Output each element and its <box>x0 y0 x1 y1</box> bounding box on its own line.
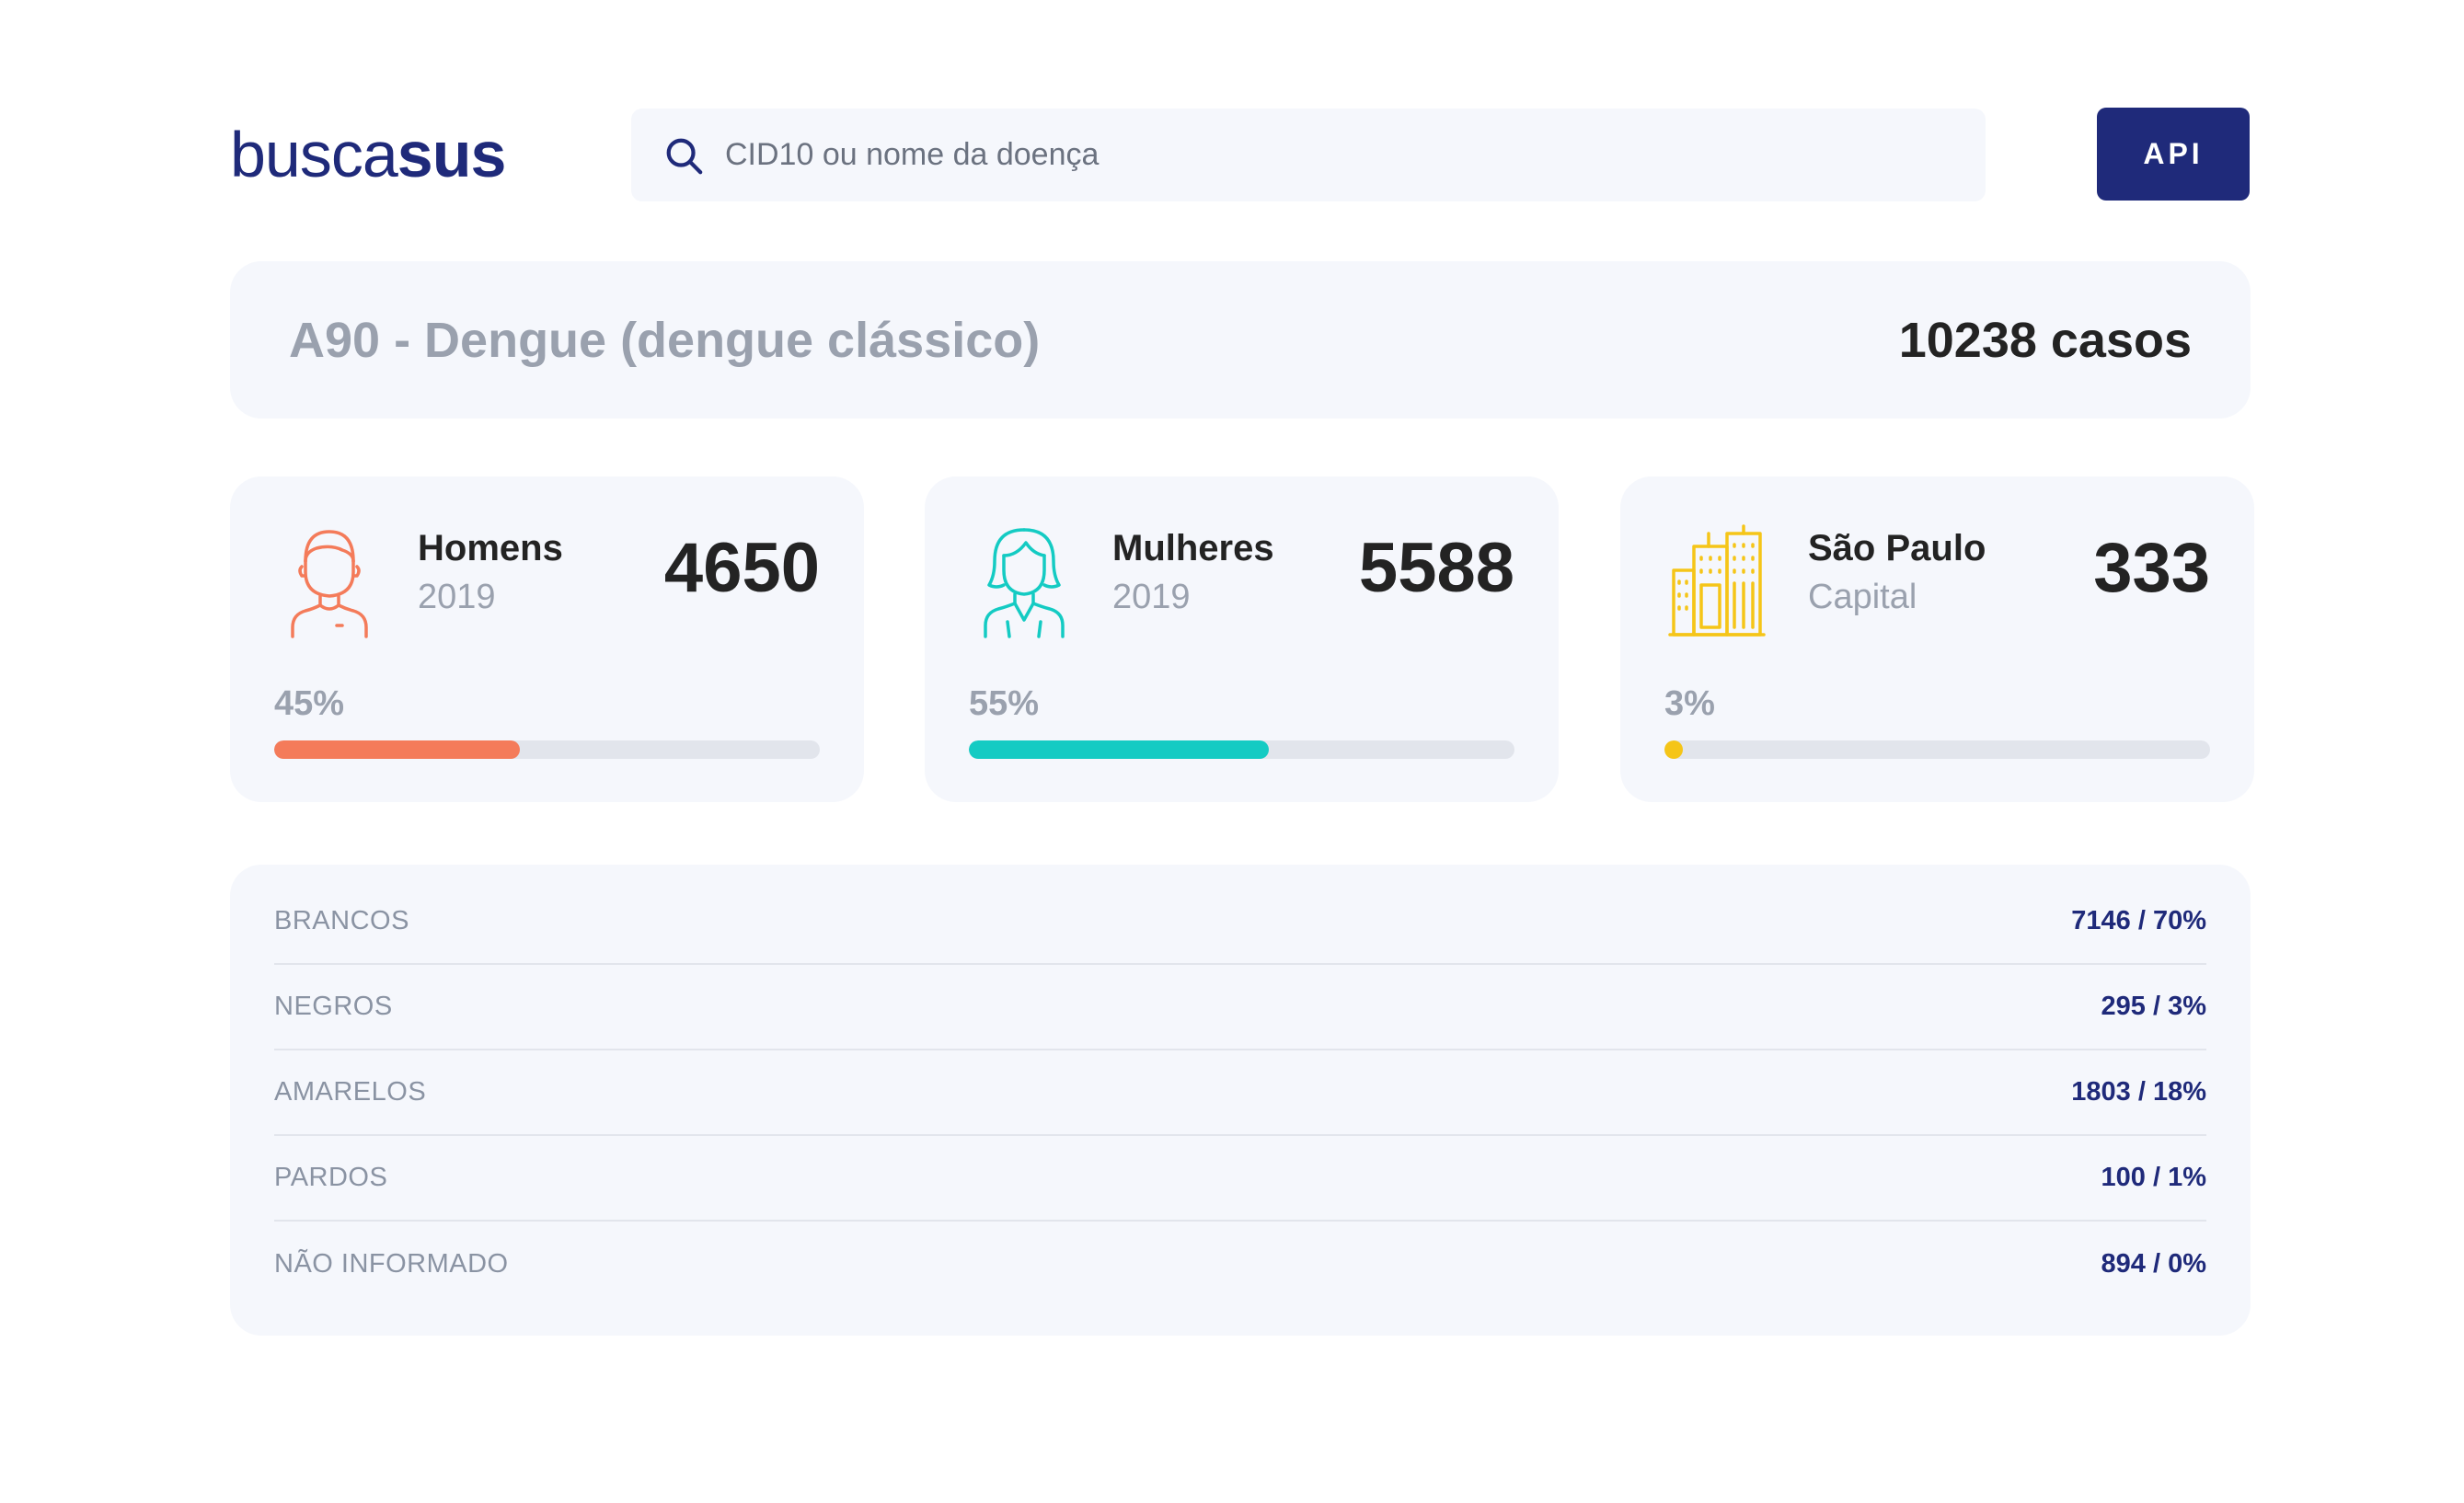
progress-track <box>1664 740 2210 759</box>
race-value: 295 / 3% <box>2101 992 2206 1021</box>
race-value: 7146 / 70% <box>2071 906 2206 935</box>
card-value: 5588 <box>1358 529 1514 607</box>
stat-card-women: Mulheres 2019 5588 55% <box>925 476 1559 802</box>
progress-track <box>274 740 820 759</box>
race-value: 100 / 1% <box>2101 1163 2206 1192</box>
table-row: NEGROS 295 / 3% <box>274 965 2206 1050</box>
card-sublabel: Capital <box>1808 578 1917 616</box>
card-percentage: 55% <box>969 684 1040 723</box>
card-sublabel: 2019 <box>1112 578 1191 616</box>
table-row: BRANCOS 7146 / 70% <box>274 879 2206 965</box>
card-percentage: 45% <box>274 684 345 723</box>
card-percentage: 3% <box>1664 684 1715 723</box>
race-name: AMARELOS <box>274 1077 427 1107</box>
progress-fill <box>274 740 520 759</box>
city-buildings-icon <box>1668 524 1766 637</box>
card-value: 4650 <box>663 529 820 607</box>
race-name: NÃO INFORMADO <box>274 1249 509 1279</box>
api-button[interactable]: API <box>2097 108 2250 201</box>
progress-fill <box>1664 740 1683 759</box>
table-row: NÃO INFORMADO 894 / 0% <box>274 1222 2206 1307</box>
race-value: 1803 / 18% <box>2071 1077 2206 1107</box>
disease-title: A90 - Dengue (dengue clássico) <box>289 312 1041 368</box>
race-name: NEGROS <box>274 992 393 1021</box>
disease-banner: A90 - Dengue (dengue clássico) 10238 cas… <box>230 261 2251 419</box>
race-name: PARDOS <box>274 1163 388 1192</box>
card-value: 333 <box>2093 529 2210 607</box>
race-value: 894 / 0% <box>2101 1249 2206 1279</box>
card-sublabel: 2019 <box>418 578 496 616</box>
stat-card-city: São Paulo Capital 333 3% <box>1620 476 2254 802</box>
table-row: AMARELOS 1803 / 18% <box>274 1050 2206 1136</box>
stat-card-men: Homens 2019 4650 45% <box>230 476 864 802</box>
table-row: PARDOS 100 / 1% <box>274 1136 2206 1222</box>
search-icon <box>666 138 703 174</box>
search-bar[interactable] <box>631 109 1986 201</box>
card-label: São Paulo <box>1808 528 1986 568</box>
man-icon <box>291 530 368 638</box>
logo-light-text: busca <box>230 119 398 190</box>
card-label: Mulheres <box>1112 528 1274 568</box>
logo-bold-text: sus <box>397 119 507 190</box>
card-label: Homens <box>418 528 563 568</box>
total-cases: 10238 casos <box>1898 312 2192 368</box>
woman-icon <box>984 528 1065 638</box>
race-name: BRANCOS <box>274 906 409 935</box>
progress-fill <box>969 740 1270 759</box>
progress-track <box>969 740 1514 759</box>
page: buscasus API A90 - Dengue (dengue clássi… <box>0 0 2464 1503</box>
logo[interactable]: buscasus <box>230 118 507 191</box>
race-table: BRANCOS 7146 / 70% NEGROS 295 / 3% AMARE… <box>230 865 2251 1336</box>
search-input[interactable] <box>725 137 1921 173</box>
